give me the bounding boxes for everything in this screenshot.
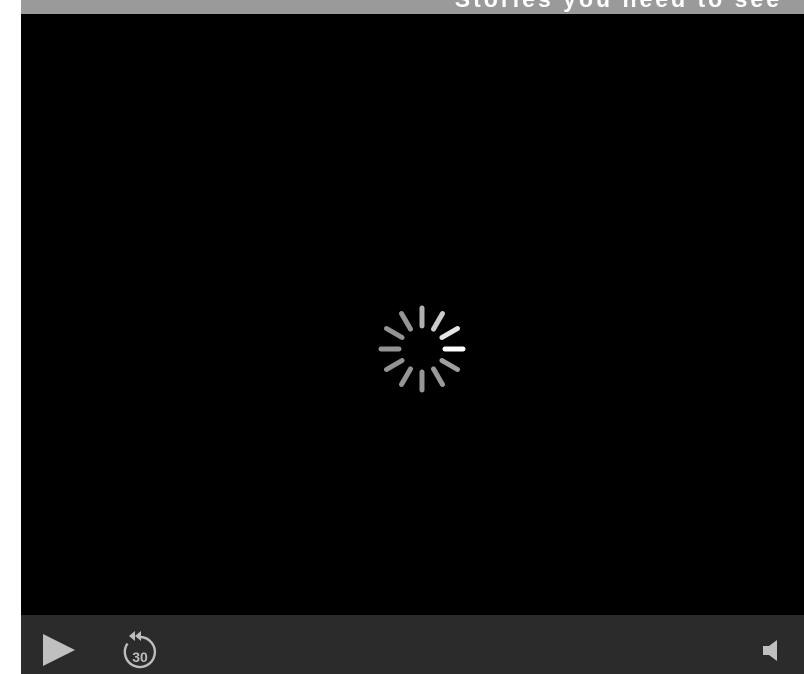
volume-icon — [763, 640, 777, 661]
spinner-spoke — [399, 310, 413, 332]
video-player: Stories you need to see 30 — [21, 0, 804, 674]
spinner-spoke — [439, 326, 461, 340]
rewind-30-button[interactable]: 30 — [119, 627, 161, 669]
play-icon — [43, 634, 75, 666]
rewind-30-label: 30 — [132, 649, 148, 665]
play-button[interactable] — [39, 631, 77, 669]
spinner-spoke — [439, 358, 461, 372]
spinner-spoke — [431, 366, 445, 388]
video-viewport[interactable] — [21, 14, 804, 615]
spinner-spoke — [399, 366, 413, 388]
control-bar: 30 — [21, 615, 804, 674]
spinner-spoke — [383, 326, 405, 340]
spinner-spoke — [431, 310, 445, 332]
title-bar: Stories you need to see — [21, 0, 804, 14]
volume-button[interactable] — [761, 637, 783, 663]
loading-spinner-icon — [378, 305, 466, 393]
spinner-spoke — [383, 358, 405, 372]
video-title: Stories you need to see — [455, 0, 782, 11]
